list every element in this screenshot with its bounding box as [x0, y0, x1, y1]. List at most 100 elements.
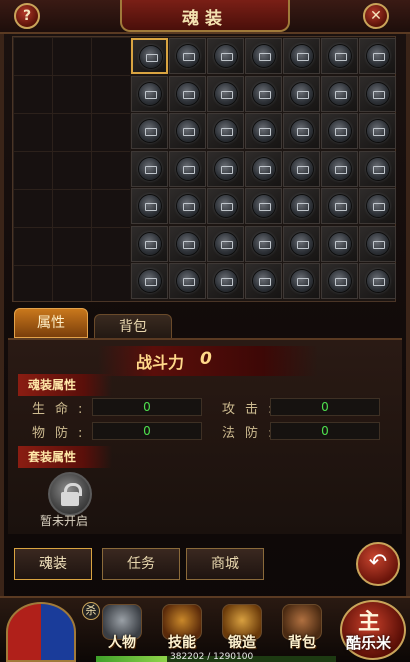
equipment-slot[interactable]	[321, 75, 358, 112]
equipment-slot[interactable]	[321, 113, 358, 149]
locked-soul-slot-icon	[215, 45, 237, 67]
equipment-slot[interactable]	[207, 113, 244, 149]
equipment-slot[interactable]	[359, 75, 396, 112]
equipment-slot[interactable]	[131, 38, 168, 74]
attribute-panel: 战斗力 0 魂装属性 生命: 0 攻击: 0 物防: 0 法防: 0 套装属性 …	[8, 338, 402, 534]
set-bonus-status: 暂未开启	[40, 514, 89, 528]
task-button[interactable]: 任务	[102, 548, 180, 580]
equipment-slot[interactable]	[169, 75, 206, 112]
equipment-slot[interactable]	[207, 225, 244, 262]
window-title: 魂装	[182, 9, 228, 29]
equipment-slot[interactable]	[359, 188, 396, 224]
equipment-slot[interactable]	[283, 225, 320, 262]
equipment-slot[interactable]	[245, 150, 282, 187]
watermark: 酷乐米	[346, 634, 392, 652]
locked-soul-slot-icon	[253, 270, 275, 292]
equipment-slot[interactable]	[207, 75, 244, 112]
locked-soul-slot-icon	[215, 232, 237, 255]
equipment-slot[interactable]	[245, 225, 282, 262]
locked-soul-slot-icon	[139, 157, 161, 180]
help-button[interactable]: ?	[14, 3, 40, 29]
locked-soul-slot-icon	[253, 157, 275, 180]
equipment-slot[interactable]	[207, 263, 244, 299]
equipment-slot[interactable]	[169, 263, 206, 299]
equipment-slot[interactable]	[245, 113, 282, 149]
equipment-slot[interactable]	[207, 188, 244, 224]
locked-soul-slot-icon	[139, 195, 161, 217]
soul-equip-button[interactable]: 魂装	[14, 548, 92, 580]
equipment-slot[interactable]	[131, 113, 168, 149]
shop-button[interactable]: 商城	[186, 548, 264, 580]
equipment-slot[interactable]	[359, 263, 396, 299]
locked-soul-slot-icon	[291, 232, 313, 255]
equipment-slot[interactable]	[245, 188, 282, 224]
equipment-slot[interactable]	[321, 225, 358, 262]
equipment-slot[interactable]	[359, 225, 396, 262]
equipment-slot[interactable]	[169, 225, 206, 262]
back-arrow-icon[interactable]: ↶	[356, 542, 400, 586]
equipment-slot[interactable]	[245, 263, 282, 299]
equipment-slot[interactable]	[207, 150, 244, 187]
equipment-slot[interactable]	[359, 150, 396, 187]
locked-soul-slot-icon	[177, 120, 199, 142]
soul-attr-heading: 魂装属性	[18, 374, 112, 396]
locked-soul-slot-icon	[139, 270, 161, 292]
locked-soul-slot-icon	[253, 120, 275, 142]
hud-forge-label: 锻造	[228, 635, 256, 651]
hud-skill-button[interactable]: 技能	[156, 604, 208, 656]
equipment-slot[interactable]	[359, 113, 396, 149]
empty-slot-area	[13, 37, 130, 301]
equipment-slot[interactable]	[169, 38, 206, 74]
hud-forge-button[interactable]: 锻造	[216, 604, 268, 656]
locked-soul-slot-icon	[329, 195, 351, 217]
tab-bag[interactable]: 背包	[94, 314, 172, 340]
locked-soul-slot-icon	[367, 82, 389, 105]
locked-soul-slot-icon	[329, 270, 351, 292]
locked-soul-slot-icon	[215, 120, 237, 142]
hud-character-button[interactable]: 人物	[96, 604, 148, 656]
locked-soul-slot-icon	[177, 270, 199, 292]
locked-soul-slot-icon	[329, 157, 351, 180]
equipment-slot[interactable]	[245, 75, 282, 112]
equipment-slot[interactable]	[131, 188, 168, 224]
locked-soul-slot-icon	[367, 195, 389, 217]
locked-soul-slot-icon	[139, 82, 161, 105]
locked-soul-slot-icon	[367, 232, 389, 255]
slot-area	[130, 37, 397, 301]
equipment-slot[interactable]	[283, 150, 320, 187]
equipment-slot[interactable]	[321, 38, 358, 74]
equipment-slot[interactable]	[207, 38, 244, 74]
equipment-slot[interactable]	[131, 225, 168, 262]
tab-attributes[interactable]: 属性	[14, 308, 88, 338]
locked-soul-slot-icon	[177, 82, 199, 105]
locked-soul-slot-icon	[140, 46, 162, 68]
equipment-slot[interactable]	[245, 38, 282, 74]
locked-soul-slot-icon	[291, 195, 313, 217]
hud-bag-button[interactable]: 背包	[276, 604, 328, 656]
hud-bag-label: 背包	[288, 635, 316, 651]
equipment-slot[interactable]	[321, 150, 358, 187]
locked-soul-slot-icon	[215, 270, 237, 292]
equipment-slot[interactable]	[169, 188, 206, 224]
equipment-slot[interactable]	[169, 150, 206, 187]
locked-soul-slot-icon	[329, 232, 351, 255]
locked-soul-slot-icon	[329, 45, 351, 67]
locked-soul-slot-icon	[291, 120, 313, 142]
equipment-slot[interactable]	[283, 38, 320, 74]
hp-readout: 382202 / 1290100	[170, 652, 254, 662]
close-button[interactable]: ✕	[363, 3, 389, 29]
equipment-slot[interactable]	[283, 263, 320, 299]
equipment-slot[interactable]	[169, 113, 206, 149]
equipment-slot[interactable]	[283, 113, 320, 149]
equipment-slot[interactable]	[283, 188, 320, 224]
equipment-slot[interactable]	[359, 38, 396, 74]
equipment-slot[interactable]	[131, 75, 168, 112]
equipment-slot[interactable]	[321, 188, 358, 224]
locked-soul-slot-icon	[253, 195, 275, 217]
equipment-slot[interactable]	[283, 75, 320, 112]
locked-soul-slot-icon	[139, 232, 161, 255]
equipment-slot[interactable]	[131, 263, 168, 299]
equipment-slot[interactable]	[131, 150, 168, 187]
soul-equipment-grid	[12, 36, 396, 302]
equipment-slot[interactable]	[321, 263, 358, 299]
